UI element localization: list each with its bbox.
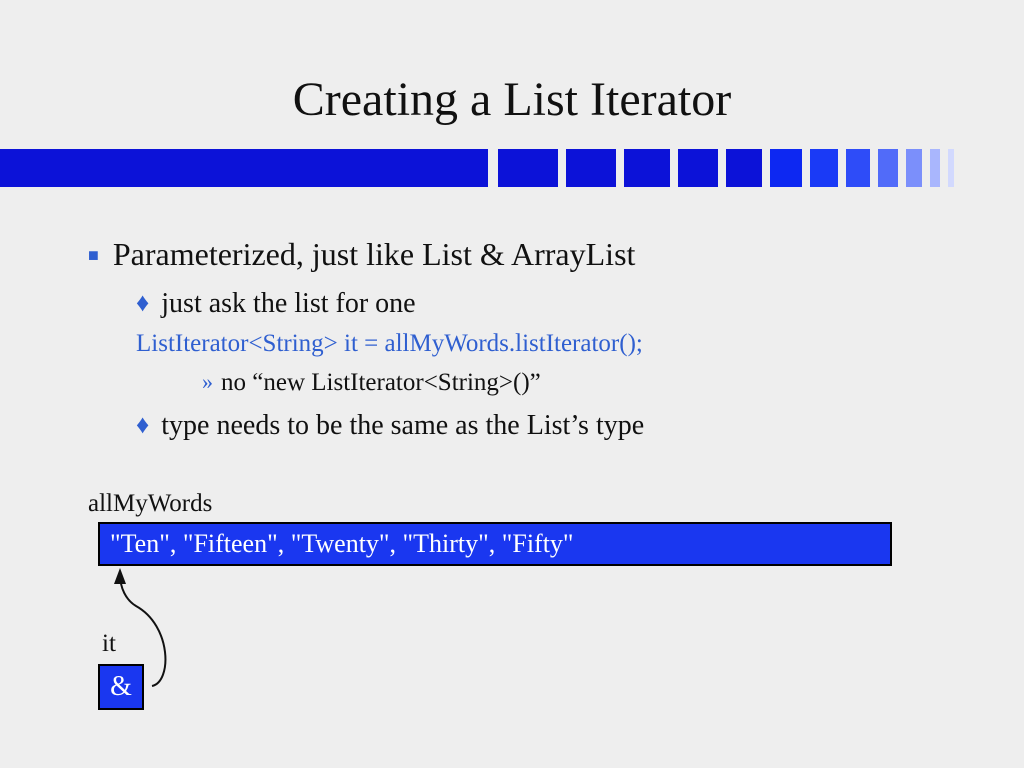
decor-bar — [0, 149, 1024, 187]
bullet-level3: » no “new ListIterator<String>()” — [202, 368, 948, 398]
variable-label-iterator: it — [102, 630, 116, 658]
content-area: ■ Parameterized, just like List & ArrayL… — [88, 236, 948, 450]
bullet-text: Parameterized, just like List & ArrayLis… — [113, 236, 636, 272]
reference-symbol: & — [110, 671, 132, 703]
decor-bar-segment — [948, 149, 954, 187]
decor-bar-segment — [770, 149, 802, 187]
decor-bar-segment — [566, 149, 616, 187]
decor-bar-solid — [0, 149, 488, 187]
diamond-bullet-icon: ♦ — [136, 288, 149, 318]
bullet-level2: ♦ type needs to be the same as the List’… — [136, 410, 948, 442]
bullet-text: type needs to be the same as the List’s … — [161, 410, 644, 442]
code-line: ListIterator<String> it = allMyWords.lis… — [136, 328, 948, 360]
variable-label-list: allMyWords — [88, 490, 212, 518]
decor-bar-segment — [846, 149, 870, 187]
reference-box: & — [98, 664, 144, 710]
bullet-level1: ■ Parameterized, just like List & ArrayL… — [88, 236, 948, 272]
list-content: "Ten", "Fifteen", "Twenty", "Thirty", "F… — [110, 529, 574, 559]
decor-bar-segment — [878, 149, 898, 187]
bullet-text: no “new ListIterator<String>()” — [221, 368, 541, 398]
decor-bar-segment — [906, 149, 922, 187]
square-bullet-icon: ■ — [88, 238, 99, 272]
arrow-bullet-icon: » — [202, 368, 213, 396]
decor-bar-segment — [930, 149, 940, 187]
decor-bar-segment — [624, 149, 670, 187]
slide: Creating a List Iterator ■ Parameterized… — [0, 0, 1024, 768]
decor-bar-segment — [726, 149, 762, 187]
decor-bar-segment — [678, 149, 718, 187]
list-box: "Ten", "Fifteen", "Twenty", "Thirty", "F… — [98, 522, 892, 566]
bullet-level2: ♦ just ask the list for one — [136, 288, 948, 320]
slide-title: Creating a List Iterator — [0, 72, 1024, 127]
decor-bar-segment — [810, 149, 838, 187]
diamond-bullet-icon: ♦ — [136, 410, 149, 440]
decor-bar-segment — [498, 149, 558, 187]
bullet-text: just ask the list for one — [161, 288, 415, 320]
